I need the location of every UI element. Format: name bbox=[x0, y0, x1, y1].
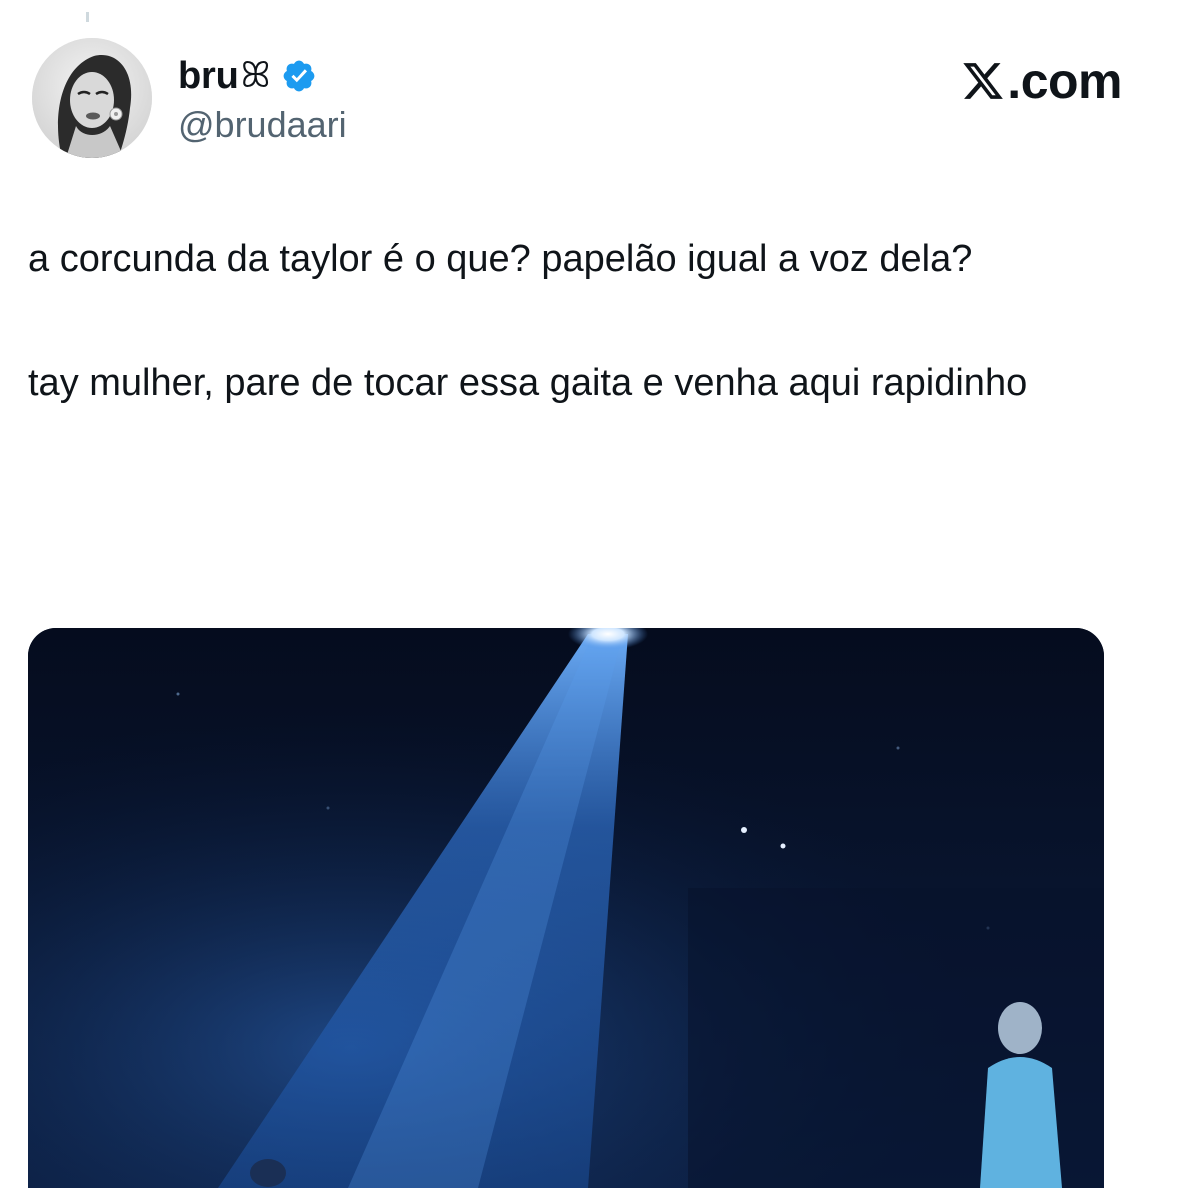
tweet-text: a corcunda da taylor é o que? papelão ig… bbox=[28, 228, 1108, 414]
top-edge-mark bbox=[86, 12, 89, 22]
tweet-paragraph: a corcunda da taylor é o que? papelão ig… bbox=[28, 238, 973, 280]
avatar-photo bbox=[32, 38, 152, 158]
display-name[interactable]: bru bbox=[178, 55, 239, 98]
verified-badge-icon bbox=[283, 60, 314, 92]
concert-stage-image bbox=[28, 628, 1104, 1188]
handle[interactable]: @brudaari bbox=[178, 104, 347, 146]
x-logo-icon bbox=[963, 63, 1004, 99]
name-glyph: ꕤ bbox=[240, 55, 271, 96]
avatar[interactable] bbox=[32, 38, 152, 158]
tweet-media[interactable] bbox=[28, 628, 1104, 1188]
tweet-header: bru ꕤ @brudaari .com bbox=[32, 38, 1132, 162]
tweet-paragraph: tay mulher, pare de tocar essa gaita e v… bbox=[28, 362, 1028, 404]
brand-label: .com bbox=[1007, 53, 1122, 109]
display-name-row[interactable]: bru ꕤ bbox=[178, 54, 317, 98]
brand-watermark: .com bbox=[961, 52, 1122, 110]
